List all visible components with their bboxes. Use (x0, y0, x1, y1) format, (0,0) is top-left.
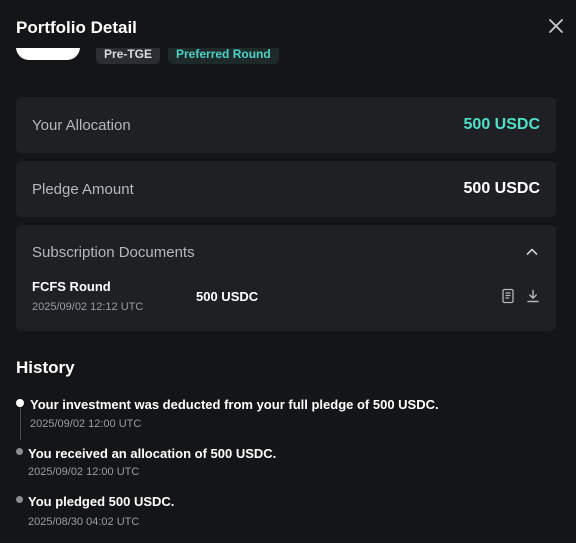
download-icon (527, 289, 539, 303)
subscription-documents-label: Subscription Documents (32, 243, 195, 261)
tag-pre-tge: Pre-TGE (96, 48, 161, 64)
history-event-date: 2025/09/02 12:00 UTC (28, 466, 140, 478)
history-event-text: You received an allocation of 500 USDC. (28, 446, 277, 461)
close-button[interactable] (544, 14, 568, 38)
chevron-up-icon[interactable] (524, 244, 540, 260)
dialog-title: Portfolio Detail (16, 18, 137, 37)
download-document-button[interactable] (525, 288, 541, 304)
portfolio-detail-dialog: Portfolio Detail Pre-TGE Preferred Round… (0, 0, 576, 543)
history-title: History (16, 358, 75, 377)
document-date: 2025/09/02 12:12 UTC (32, 301, 144, 313)
document-name: FCFS Round (32, 279, 111, 294)
timeline-connector (20, 404, 21, 440)
view-document-button[interactable] (500, 288, 516, 304)
allocation-value: 500 USDC (463, 116, 540, 133)
history-event-text: Your investment was deducted from your f… (30, 397, 439, 412)
tag-preferred-round: Preferred Round (168, 48, 279, 64)
allocation-label: Your Allocation (32, 116, 131, 134)
subscription-documents-header[interactable]: Subscription Documents (16, 225, 556, 279)
history-event-text: You pledged 500 USDC. (28, 494, 175, 509)
pledge-card: Pledge Amount 500 USDC (16, 161, 556, 217)
subscription-documents-card: Subscription Documents FCFS Round 2025/0… (16, 225, 556, 331)
timeline-dot (16, 448, 23, 455)
document-amount: 500 USDC (196, 289, 259, 304)
project-logo (16, 48, 80, 60)
timeline-dot-active (16, 399, 24, 407)
pledge-label: Pledge Amount (32, 180, 134, 198)
timeline-dot (16, 496, 23, 503)
close-icon (549, 19, 563, 33)
history-event-date: 2025/08/30 04:02 UTC (28, 516, 140, 528)
history-event-date: 2025/09/02 12:00 UTC (30, 418, 142, 430)
pledge-value: 500 USDC (463, 180, 540, 197)
allocation-card: Your Allocation 500 USDC (16, 97, 556, 153)
document-icon (502, 288, 514, 304)
document-row: FCFS Round 2025/09/02 12:12 UTC 500 USDC (16, 279, 556, 329)
project-tags: Pre-TGE Preferred Round (16, 48, 316, 74)
